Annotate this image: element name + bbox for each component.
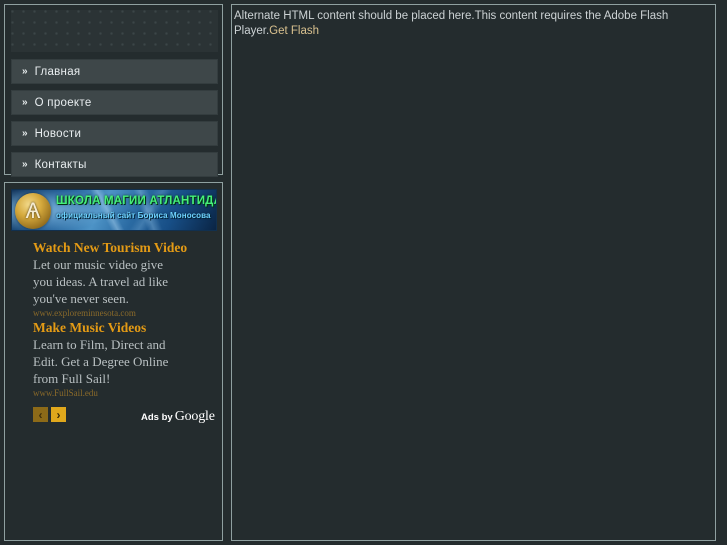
banner-title: ШКОЛА МАГИИ АТЛАНТИДА [56,195,217,207]
chevron-right-icon: » [22,96,27,108]
main-content-panel: Alternate HTML content should be placed … [231,4,716,541]
google-wordmark: Google [174,409,215,424]
google-ads-list: Watch New Tourism Video Let our music vi… [33,239,218,399]
banner-subtitle: официальный сайт Бориса Моносова [56,211,211,220]
ad-description-line: Let our music video give [33,257,163,272]
chevron-right-icon: » [22,158,27,170]
ad-next-arrow-icon[interactable]: › [51,407,66,422]
ads-by-label: Ads by [141,412,173,423]
chevron-right-icon: » [22,65,27,77]
ad-title-link[interactable]: Watch New Tourism Video [33,239,218,256]
ad-description-line: Learn to Film, Direct and [33,337,166,352]
sidebar-item-label: Контакты [34,158,87,171]
sidebar-ad-panel: Ѧ ШКОЛА МАГИИ АТЛАНТИДА официальный сайт… [4,182,223,541]
ad-title-link[interactable]: Make Music Videos [33,319,218,336]
ad-description-line: you ideas. A travel ad like [33,274,169,289]
sidebar-item-label: О проекте [34,96,92,109]
page-root: » Главная » О проекте » Новости » Контак… [0,0,727,545]
ad-prev-arrow-icon[interactable]: ‹ [33,407,48,422]
sidebar-item-label: Главная [34,65,81,78]
sidebar: » Главная » О проекте » Новости » Контак… [4,4,225,541]
sidebar-item-glavnaya[interactable]: » Главная [11,59,218,84]
sidebar-item-o-proekte[interactable]: » О проекте [11,90,218,115]
navigation-panel: » Главная » О проекте » Новости » Контак… [4,4,223,177]
flash-fallback-message: Alternate HTML content should be placed … [234,9,713,39]
banner-ad-school-of-magic[interactable]: Ѧ ШКОЛА МАГИИ АТЛАНТИДА официальный сайт… [11,189,217,231]
ad-description-line: from Full Sail! [33,371,111,386]
sidebar-item-label: Новости [34,127,82,140]
ad-item: Watch New Tourism Video Let our music vi… [33,239,218,319]
sidebar-item-kontakty[interactable]: » Контакты [11,152,218,177]
banner-emblem-icon: Ѧ [15,193,51,229]
ad-description-line: Edit. Get a Degree Online [33,354,169,369]
ad-display-url[interactable]: www.exploreminnesota.com [33,307,218,319]
chevron-right-icon: » [22,127,27,139]
ad-description-line: you've never seen. [33,291,129,306]
get-flash-link[interactable]: Get Flash [269,25,319,37]
eagle-glyph-icon: Ѧ [25,198,41,223]
ads-by-google-attribution[interactable]: Ads by Google [141,407,215,425]
sidebar-item-novosti[interactable]: » Новости [11,121,218,146]
ad-footer: ‹ › Ads by Google [33,407,218,425]
header-texture-block [11,10,218,52]
ad-display-url[interactable]: www.FullSail.edu [33,387,218,399]
ad-item: Make Music Videos Learn to Film, Direct … [33,319,218,399]
